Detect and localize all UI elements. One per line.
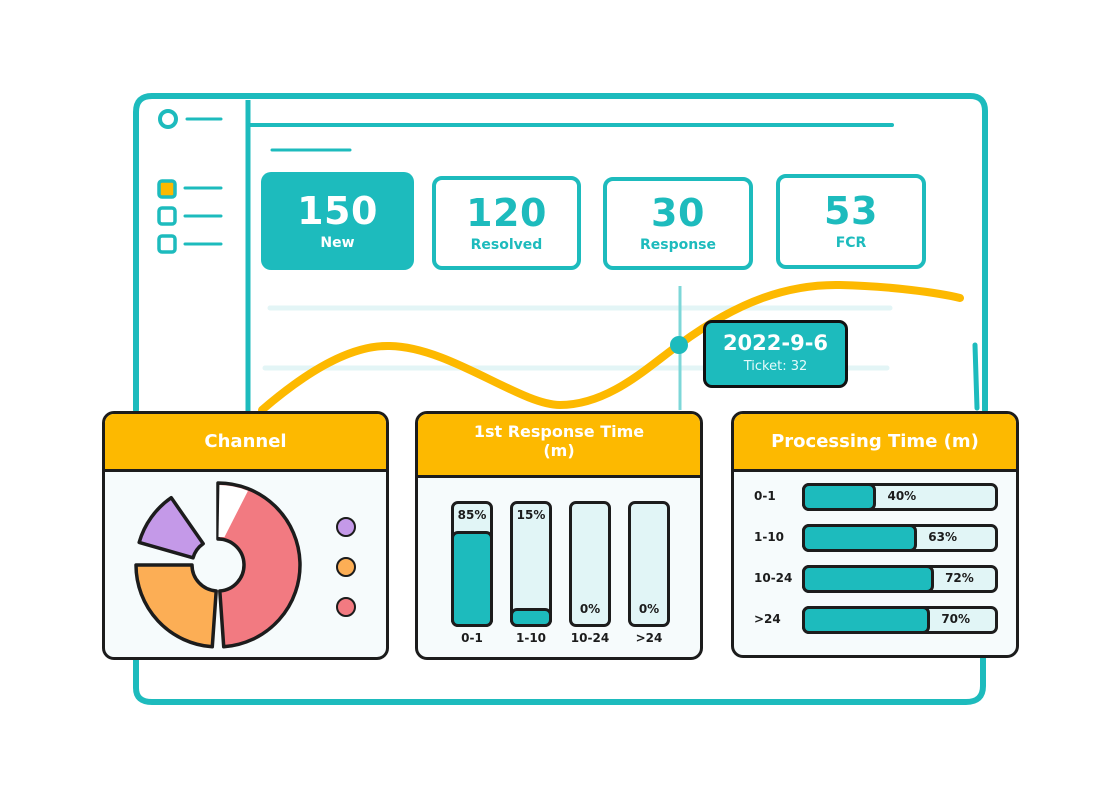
processing-bar-value: 70%: [941, 612, 971, 626]
tooltip-date: 2022-9-6: [722, 331, 829, 355]
processing-bar-value: 72%: [945, 571, 974, 585]
response-bar-value: 85%: [457, 508, 487, 522]
response-bar-value: 0%: [579, 602, 601, 616]
kpi-label: New: [320, 234, 355, 251]
processing-bar-category: 0-1: [754, 489, 776, 503]
pie-slice-purple[interactable]: [137, 495, 205, 560]
kpi-card-resolved[interactable]: 120 Resolved: [432, 176, 581, 270]
sidebar-item-home[interactable]: [158, 109, 223, 129]
checkbox-icon: [157, 234, 177, 254]
checkbox-checked-icon: [157, 179, 177, 199]
response-bar[interactable]: 0%: [628, 501, 670, 627]
sidebar-icons: [157, 109, 223, 254]
card-title: 1st Response Time (m): [418, 414, 700, 478]
checkbox-icon: [157, 206, 177, 226]
response-bar-category: >24: [635, 631, 663, 645]
processing-bar-category: >24: [754, 612, 781, 626]
card-title: Channel: [105, 414, 386, 472]
card-title: Processing Time (m): [734, 414, 1016, 472]
kpi-card-response[interactable]: 30 Response: [603, 177, 753, 270]
legend-dot-purple: [336, 517, 356, 537]
response-bar-category: 1-10: [515, 631, 547, 645]
processing-bar-value: 63%: [928, 530, 958, 544]
response-bar-category: 0-1: [461, 631, 483, 645]
sidebar-item-1[interactable]: [157, 179, 223, 199]
processing-bar-fill: [802, 606, 931, 634]
tooltip-ticket-count: Ticket: 32: [743, 359, 808, 374]
response-bar-fill: [451, 531, 493, 627]
legend-dot-orange: [336, 557, 356, 577]
kpi-card-new[interactable]: 150 New: [261, 172, 414, 270]
processing-bar[interactable]: 70%: [802, 606, 998, 634]
kpi-value: 120: [466, 190, 547, 235]
processing-bar-category: 1-10: [754, 530, 785, 544]
kpi-card-fcr[interactable]: 53 FCR: [776, 174, 926, 269]
sidebar-item-3[interactable]: [157, 234, 223, 254]
processing-bar[interactable]: 63%: [802, 524, 998, 552]
trend-line: [258, 280, 964, 414]
processing-bar[interactable]: 72%: [802, 565, 998, 593]
sidebar-item-2[interactable]: [157, 206, 223, 226]
response-bar-value: 15%: [516, 508, 546, 522]
legend-dot-red: [336, 597, 356, 617]
circle-icon: [158, 109, 178, 129]
response-bar-value: 0%: [638, 602, 660, 616]
processing-bar-value: 40%: [887, 489, 917, 503]
processing-bar-fill: [802, 483, 877, 511]
response-bar-fill: [510, 608, 552, 627]
response-bar[interactable]: 15%: [510, 501, 552, 627]
kpi-value: 30: [651, 191, 705, 235]
response-bar[interactable]: 0%: [569, 501, 611, 627]
processing-bar-fill: [802, 565, 935, 593]
response-bar-category: 10-24: [570, 631, 610, 645]
pie-slice-orange[interactable]: [134, 563, 218, 649]
kpi-label: FCR: [835, 235, 867, 251]
processing-bar[interactable]: 40%: [802, 483, 998, 511]
processing-time-card: Processing Time (m) 0-1 40% 1-10 63% 10-24 72…: [731, 411, 1019, 658]
kpi-label: Response: [639, 237, 717, 253]
trend-tooltip: 2022-9-6 Ticket: 32: [703, 320, 848, 388]
kpi-value: 53: [824, 189, 878, 233]
kpi-value: 150: [297, 188, 378, 233]
response-time-card: 1st Response Time (m) 85% 0-1 15% 1-10 0% 10-…: [415, 411, 703, 660]
channel-card: Channel: [102, 411, 389, 660]
window-frame-left: [133, 93, 155, 413]
processing-bar-fill: [802, 524, 918, 552]
frame-sketch-stroke: [972, 342, 980, 411]
response-bar[interactable]: 85%: [451, 501, 493, 627]
processing-bar-category: 10-24: [754, 571, 793, 585]
kpi-label: Resolved: [470, 236, 543, 253]
trend-point-marker[interactable]: [670, 336, 688, 354]
